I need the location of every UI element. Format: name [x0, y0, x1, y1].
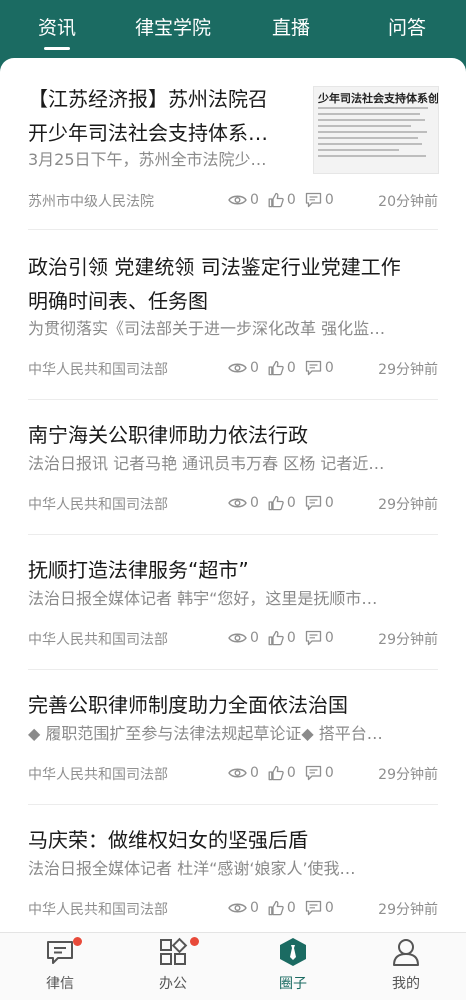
article-summary: ◆ 履职范围扩至参与法律法规起草论证◆ 搭平台…: [28, 724, 383, 743]
comment-icon: [305, 900, 321, 916]
article-item[interactable]: 完善公职律师制度助力全面依法治国 ◆ 履职范围扩至参与法律法规起草论证◆ 搭平台…: [0, 670, 466, 805]
article-source: 中华人民共和国司法部: [28, 632, 168, 648]
bottom-tab-circle[interactable]: 圈子: [248, 933, 338, 1000]
view-count: 0: [228, 192, 259, 208]
article-source: 中华人民共和国司法部: [28, 497, 168, 513]
article-meta: 中华人民共和国司法部 0 0 0 29分钟前: [28, 627, 438, 649]
comment-button[interactable]: 0: [305, 630, 334, 646]
news-feed: 【江苏经济报】苏州法院召 开少年司法社会支持体系… 3月25日下午，苏州全市法院…: [0, 58, 466, 932]
bottom-tab-office[interactable]: 办公: [128, 933, 218, 1000]
article-meta: 中华人民共和国司法部 0 0 0 29分钟前: [28, 357, 438, 379]
article-thumbnail: 少年司法社会支持体系创建: [313, 86, 439, 174]
person-icon: [393, 939, 419, 966]
tab-live[interactable]: 直播: [272, 13, 310, 40]
thumbs-up-icon: [268, 495, 284, 511]
like-button[interactable]: 0: [268, 900, 296, 916]
comment-button[interactable]: 0: [305, 360, 334, 376]
article-time: 29分钟前: [378, 362, 438, 378]
tab-lvbao-academy[interactable]: 律宝学院: [135, 13, 211, 40]
like-button[interactable]: 0: [268, 192, 296, 208]
thumbs-up-icon: [268, 900, 284, 916]
eye-icon: [228, 363, 247, 373]
article-source: 中华人民共和国司法部: [28, 902, 168, 918]
apps-icon: [160, 937, 188, 965]
circle-tie-icon: [280, 938, 306, 966]
bottom-tab-label: 我的: [392, 976, 420, 992]
article-title-line2: 开少年司法社会支持体系…: [28, 121, 268, 145]
article-title-line1: 马庆荣：做维权妇女的坚强后盾: [28, 828, 308, 852]
article-title-line1: 抚顺打造法律服务“超市”: [28, 558, 249, 582]
comment-icon: [305, 495, 321, 511]
bottom-tab-label: 圈子: [279, 976, 307, 992]
thumbs-up-icon: [268, 765, 284, 781]
article-summary: 法治日报讯 记者马艳 通讯员韦万春 区杨 记者近…: [28, 454, 385, 473]
like-button[interactable]: 0: [268, 765, 296, 781]
comment-button[interactable]: 0: [305, 765, 334, 781]
comment-icon: [305, 192, 321, 208]
article-meta: 中华人民共和国司法部 0 0 0 29分钟前: [28, 762, 438, 784]
comment-icon: [305, 630, 321, 646]
article-meta: 中华人民共和国司法部 0 0 0 29分钟前: [28, 492, 438, 514]
thumbs-up-icon: [268, 360, 284, 376]
comment-icon: [305, 360, 321, 376]
article-item[interactable]: 【江苏经济报】苏州法院召 开少年司法社会支持体系… 3月25日下午，苏州全市法院…: [0, 58, 466, 230]
thumbnail-headline: 少年司法社会支持体系创建: [318, 92, 439, 105]
notification-badge: [190, 937, 199, 946]
article-time: 29分钟前: [378, 767, 438, 783]
like-button[interactable]: 0: [268, 360, 296, 376]
article-summary: 3月25日下午，苏州全市法院少…: [28, 150, 267, 169]
eye-icon: [228, 768, 247, 778]
view-count: 0: [228, 765, 259, 781]
article-source: 苏州市中级人民法院: [28, 194, 154, 210]
article-time: 20分钟前: [378, 194, 438, 210]
article-summary: 法治日报全媒体记者 韩宇“您好，这里是抚顺市…: [28, 589, 378, 608]
thumbs-up-icon: [268, 630, 284, 646]
bottom-tab-profile[interactable]: 我的: [361, 933, 451, 1000]
bottom-tab-messages[interactable]: 律信: [15, 933, 105, 1000]
view-count: 0: [228, 360, 259, 376]
notification-badge: [73, 937, 82, 946]
eye-icon: [228, 633, 247, 643]
article-time: 29分钟前: [378, 497, 438, 513]
article-time: 29分钟前: [378, 632, 438, 648]
article-title-line1: 政治引领 党建统领 司法鉴定行业党建工作: [28, 255, 401, 279]
article-title-line2: 明确时间表、任务图: [28, 289, 208, 313]
eye-icon: [228, 903, 247, 913]
eye-icon: [228, 498, 247, 508]
article-title-line1: 【江苏经济报】苏州法院召: [28, 87, 268, 111]
article-item[interactable]: 马庆荣：做维权妇女的坚强后盾 法治日报全媒体记者 杜洋“感谢‘娘家人’使我… 中…: [0, 805, 466, 932]
view-count: 0: [228, 495, 259, 511]
bottom-tab-label: 律信: [46, 976, 74, 992]
article-title-line1: 南宁海关公职律师助力依法行政: [28, 423, 308, 447]
comment-button[interactable]: 0: [305, 900, 334, 916]
comment-button[interactable]: 0: [305, 192, 334, 208]
view-count: 0: [228, 630, 259, 646]
article-meta: 苏州市中级人民法院 0 0 0 20分钟前: [28, 189, 438, 211]
article-summary: 为贯彻落实《司法部关于进一步深化改革 强化监…: [28, 319, 386, 338]
like-button[interactable]: 0: [268, 630, 296, 646]
comment-icon: [305, 765, 321, 781]
article-time: 29分钟前: [378, 902, 438, 918]
article-summary: 法治日报全媒体记者 杜洋“感谢‘娘家人’使我…: [28, 859, 356, 878]
article-item[interactable]: 抚顺打造法律服务“超市” 法治日报全媒体记者 韩宇“您好，这里是抚顺市… 中华人…: [0, 535, 466, 670]
bottom-tab-label: 办公: [159, 976, 187, 992]
article-source: 中华人民共和国司法部: [28, 362, 168, 378]
top-tab-bar: 资讯 律宝学院 直播 问答: [0, 0, 466, 58]
article-source: 中华人民共和国司法部: [28, 767, 168, 783]
thumbs-up-icon: [268, 192, 284, 208]
view-count: 0: [228, 900, 259, 916]
eye-icon: [228, 195, 247, 205]
like-button[interactable]: 0: [268, 495, 296, 511]
article-title-line1: 完善公职律师制度助力全面依法治国: [28, 693, 348, 717]
tab-qa[interactable]: 问答: [388, 13, 426, 40]
message-icon: [47, 941, 73, 964]
comment-button[interactable]: 0: [305, 495, 334, 511]
article-item[interactable]: 南宁海关公职律师助力依法行政 法治日报讯 记者马艳 通讯员韦万春 区杨 记者近……: [0, 400, 466, 535]
article-item[interactable]: 政治引领 党建统领 司法鉴定行业党建工作 明确时间表、任务图 为贯彻落实《司法部…: [0, 230, 466, 400]
bottom-tab-bar: 律信 办公 圈子 我的: [0, 932, 466, 1000]
tab-news[interactable]: 资讯: [38, 13, 76, 50]
article-meta: 中华人民共和国司法部 0 0 0 29分钟前: [28, 897, 438, 919]
